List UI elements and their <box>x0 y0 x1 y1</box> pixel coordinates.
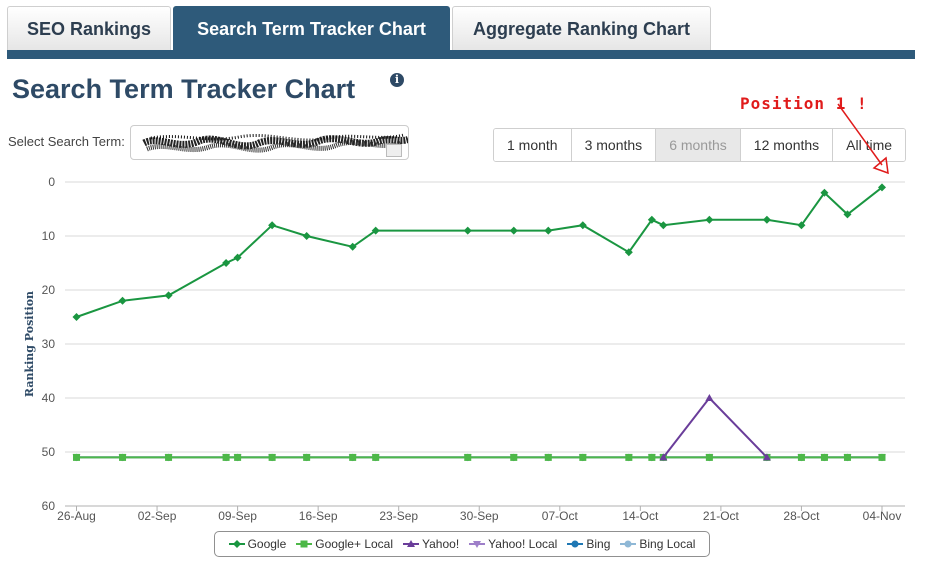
series-line <box>662 396 768 459</box>
legend-symbol <box>469 541 486 548</box>
legend-item-bing[interactable]: Bing <box>567 537 610 551</box>
x-tick-label: 30-Sep <box>460 509 499 523</box>
data-point <box>302 232 311 240</box>
legend-label: Google <box>247 537 287 551</box>
y-axis-label: Ranking Position <box>23 291 36 397</box>
data-point <box>268 453 276 461</box>
series-yahoo- <box>659 394 771 461</box>
y-tick-label: 40 <box>42 391 56 405</box>
data-point <box>72 313 81 321</box>
data-point <box>222 453 230 461</box>
data-point <box>878 453 886 461</box>
ranking-chart: 0 10 20 30 40 50 6026-Aug 02-Sep 09-Sep 16-Sep 23-… <box>23 103 905 523</box>
y-tick-label: 50 <box>42 445 56 459</box>
position-annotation: Position 1 ! <box>740 94 868 113</box>
data-point <box>463 226 472 235</box>
legend-symbol <box>567 540 584 548</box>
legend-symbol <box>620 540 637 548</box>
y-tick-label: 0 <box>48 175 55 189</box>
legend-item-yahoo-[interactable]: Yahoo! <box>403 537 459 551</box>
chart-axes: 0 10 20 30 40 50 6026-Aug 02-Sep 09-Sep 16-Sep 23-… <box>23 175 905 523</box>
data-point <box>372 453 380 461</box>
legend-marker <box>232 540 241 548</box>
x-tick-label: 21-Oct <box>703 509 740 523</box>
data-point <box>119 453 127 461</box>
data-point <box>544 453 552 461</box>
data-point <box>303 453 311 461</box>
y-tick-label: 30 <box>42 337 56 351</box>
legend-label: Yahoo! <box>422 537 460 551</box>
chart-legend: Google Google+ Local Yahoo! Yahoo! Local Bin… <box>214 531 710 557</box>
legend-marker <box>624 540 632 548</box>
legend-label: Google+ Local <box>315 537 394 551</box>
data-point <box>165 453 173 461</box>
x-tick-label: 28-Oct <box>783 509 820 523</box>
data-point <box>625 453 633 461</box>
data-point <box>222 259 231 267</box>
legend-item-bing-local[interactable]: Bing Local <box>620 537 695 551</box>
legend-symbol <box>296 540 313 548</box>
x-tick-label: 26-Aug <box>57 509 96 523</box>
data-point <box>820 453 828 461</box>
data-point <box>579 453 587 461</box>
data-point <box>118 296 127 305</box>
series-google <box>72 183 886 321</box>
annotation-arrow-head <box>872 156 889 175</box>
data-point <box>509 226 518 235</box>
data-point <box>762 215 771 224</box>
data-point <box>464 453 472 461</box>
data-point <box>843 453 851 461</box>
data-point <box>349 453 357 461</box>
data-point <box>73 453 81 461</box>
data-point <box>234 453 242 461</box>
y-tick-label: 60 <box>42 499 56 513</box>
data-point <box>544 226 553 235</box>
x-tick-label: 23-Sep <box>379 509 418 523</box>
legend-item-google-local[interactable]: Google+ Local <box>296 537 393 551</box>
x-tick-label: 02-Sep <box>138 509 177 523</box>
data-point <box>659 221 668 230</box>
legend-symbol <box>403 540 420 547</box>
data-point <box>164 291 173 300</box>
x-tick-label: 14-Oct <box>622 509 659 523</box>
x-tick-label: 07-Oct <box>542 509 579 523</box>
y-tick-label: 10 <box>42 229 56 243</box>
legend-item-yahoo-local[interactable]: Yahoo! Local <box>469 537 557 551</box>
legend-label: Bing Local <box>639 537 696 551</box>
x-tick-label: 04-Nov <box>863 509 902 523</box>
legend-symbol <box>228 540 245 548</box>
legend-label: Yahoo! Local <box>488 537 558 551</box>
data-point <box>510 453 518 461</box>
data-point <box>705 453 713 461</box>
legend-marker <box>300 540 308 548</box>
data-point <box>648 453 656 461</box>
annotation-arrow-shaft <box>837 103 883 166</box>
data-point <box>797 453 805 461</box>
chart-series <box>72 183 886 462</box>
legend-marker <box>571 540 579 548</box>
legend-item-google[interactable]: Google <box>228 537 287 551</box>
y-tick-label: 20 <box>42 283 56 297</box>
x-tick-label: 16-Sep <box>299 509 338 523</box>
legend-label: Bing <box>586 537 611 551</box>
series-line <box>76 186 883 318</box>
x-tick-label: 09-Sep <box>218 509 257 523</box>
data-point <box>705 215 714 224</box>
annotation-arrow <box>837 103 889 175</box>
